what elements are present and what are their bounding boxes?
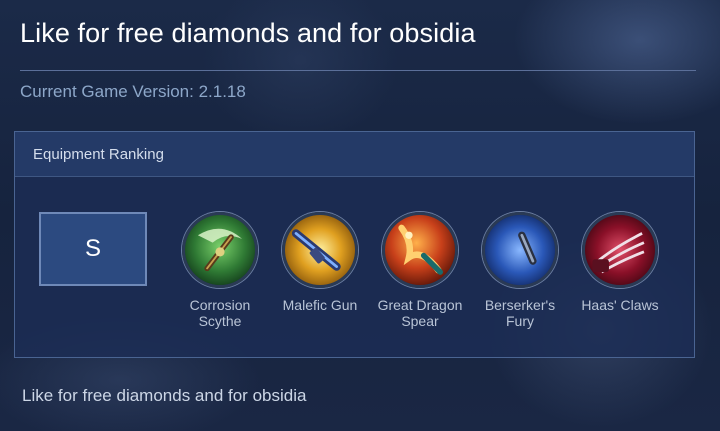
equipment-item-berserkers-fury[interactable]: Berserker's Fury <box>470 212 570 329</box>
tier-label: S <box>84 235 101 262</box>
equipment-ranking-panel: Equipment Ranking S Corrosion Scythe Mal… <box>14 131 695 358</box>
haas-claws-icon <box>582 212 658 288</box>
game-version-text: Current Game Version: 2.1.18 <box>20 82 246 101</box>
great-dragon-spear-icon <box>382 212 458 288</box>
equipment-item-great-dragon-spear[interactable]: Great Dragon Spear <box>370 212 470 329</box>
berserkers-fury-icon <box>482 212 558 288</box>
tier-badge: S <box>39 212 147 286</box>
page-title: Like for free diamonds and for obsidia <box>20 18 476 48</box>
equipment-item-corrosion-scythe[interactable]: Corrosion Scythe <box>170 212 270 329</box>
item-label: Haas' Claws <box>581 297 659 313</box>
item-label: Malefic Gun <box>282 297 358 313</box>
corrosion-scythe-icon <box>182 212 258 288</box>
item-label: Berserker's Fury <box>484 297 556 329</box>
footer-text: Like for free diamonds and for obsidia <box>22 386 307 405</box>
item-label: Corrosion Scythe <box>189 297 251 329</box>
equipment-item-haas-claws[interactable]: Haas' Claws <box>570 212 670 313</box>
divider <box>20 70 696 71</box>
panel-title: Equipment Ranking <box>15 132 694 177</box>
page: Like for free diamonds and for obsidia C… <box>0 0 720 431</box>
malefic-gun-icon <box>282 212 358 288</box>
item-label: Great Dragon Spear <box>377 297 463 329</box>
equipment-item-malefic-gun[interactable]: Malefic Gun <box>270 212 370 313</box>
